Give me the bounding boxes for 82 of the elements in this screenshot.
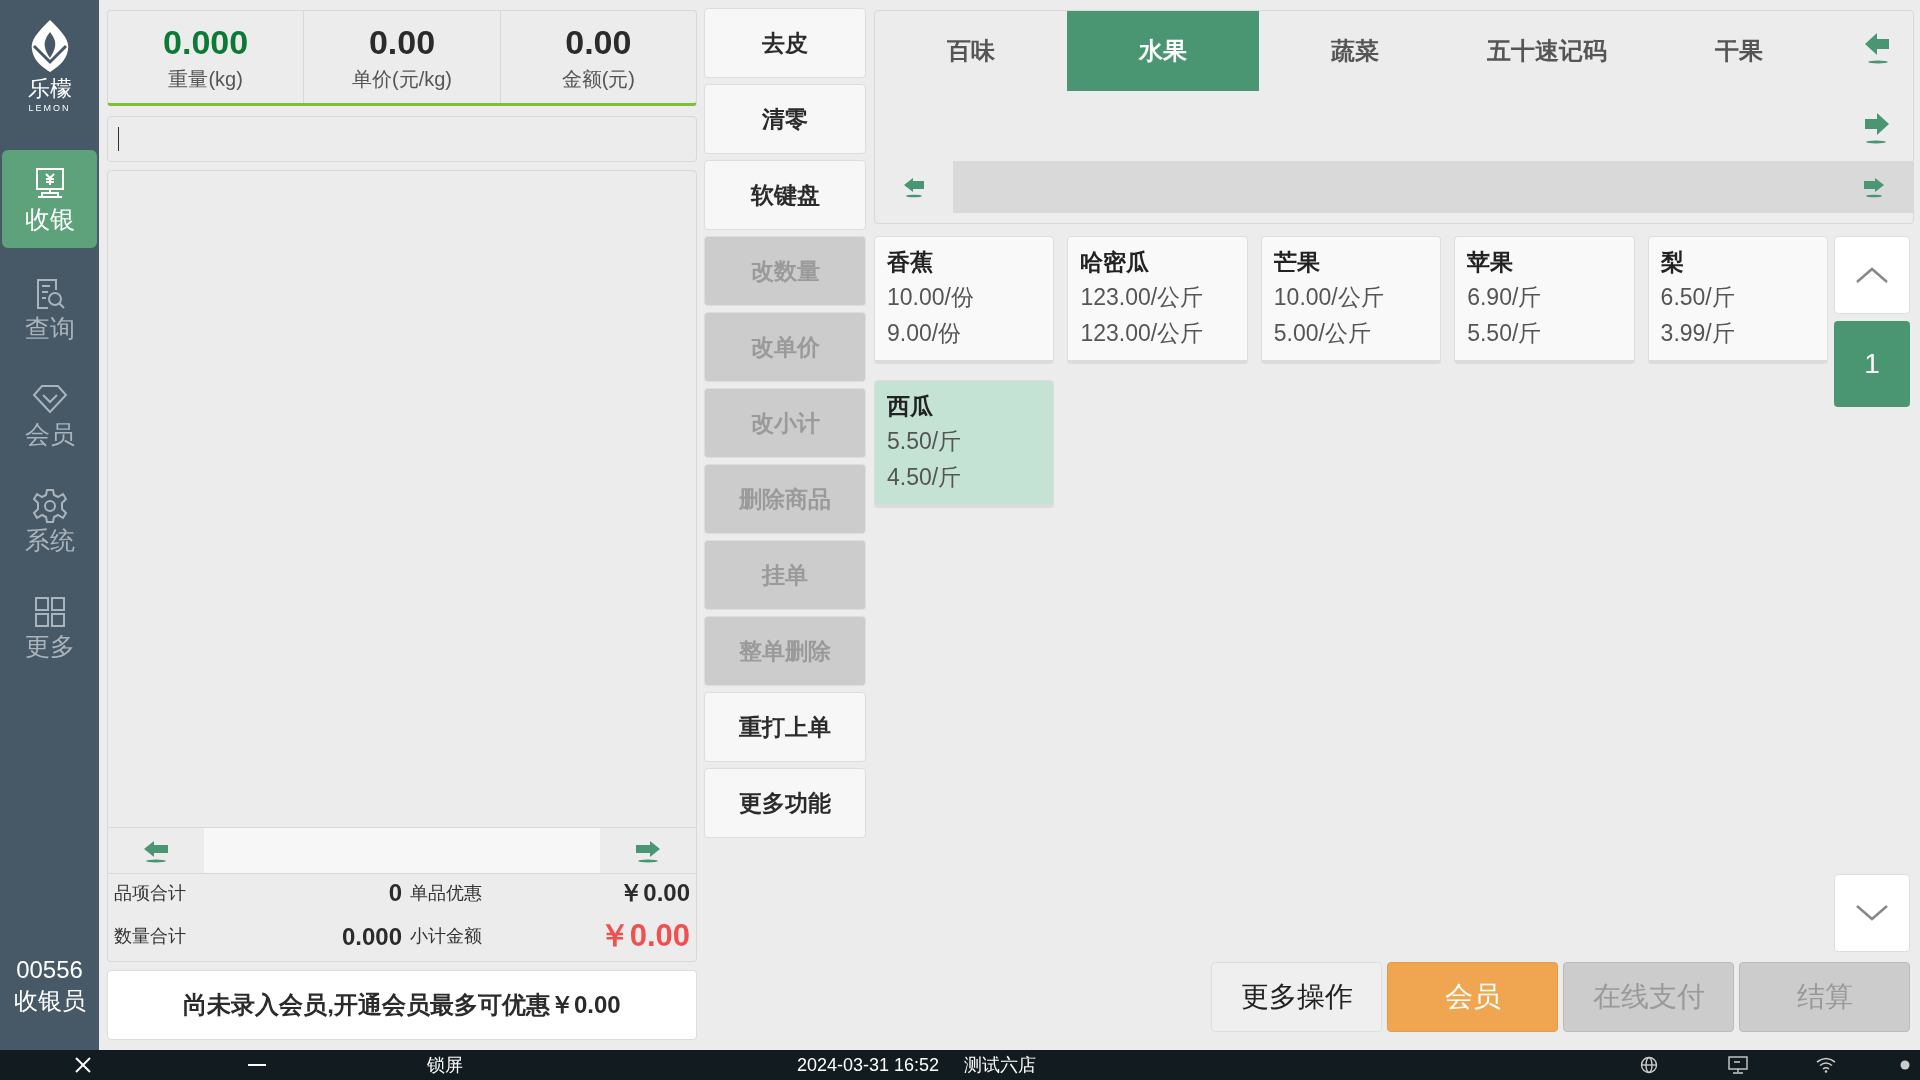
category-tab[interactable]: 百味 <box>875 11 1067 91</box>
product-card[interactable]: 苹果 6.90/斤 5.50/斤 <box>1454 236 1635 364</box>
product-name: 苹果 <box>1467 248 1514 277</box>
product-card[interactable]: 梨 6.50/斤 3.99/斤 <box>1647 236 1828 364</box>
reading-label: 重量(kg) <box>168 69 243 89</box>
product-card[interactable]: 西瓜 5.50/斤 4.50/斤 <box>874 380 1055 508</box>
function-button[interactable]: 软键盘 <box>704 160 866 230</box>
total-label: 品项合计 <box>114 881 186 905</box>
text-cursor <box>118 127 119 151</box>
category-tab[interactable]: 蔬菜 <box>1259 11 1451 91</box>
member-price: 9.00/份 <box>887 319 962 348</box>
scale-reading: 0.000 <box>163 25 249 59</box>
product-name: 西瓜 <box>887 392 933 421</box>
total-label: 小计金额 <box>410 925 482 949</box>
member-price: 5.50/斤 <box>1467 319 1542 348</box>
total-label: 单品优惠 <box>410 881 482 905</box>
member-price: 4.50/斤 <box>887 463 962 492</box>
product-price: 6.90/斤 <box>1467 283 1542 312</box>
sidebar-item[interactable]: 更多 <box>2 580 97 672</box>
function-button[interactable]: 重打上单 <box>704 692 866 762</box>
product-name: 哈密瓜 <box>1080 248 1150 277</box>
product-card[interactable]: 哈密瓜 123.00/公斤 123.00/公斤 <box>1067 236 1248 364</box>
right-arrow-icon <box>1862 176 1886 198</box>
close-icon[interactable] <box>74 1056 92 1074</box>
product-card[interactable]: 香蕉 10.00/份 9.00/份 <box>874 236 1055 364</box>
left-arrow-icon <box>142 838 170 863</box>
reading-label: 单价(元/kg) <box>352 69 452 89</box>
scale-reading: 0.00 <box>565 25 632 59</box>
product-name: 梨 <box>1660 248 1684 277</box>
scale-reading: 0.00 <box>368 25 436 59</box>
member-promotion-banner[interactable]: 尚未录入会员,开通会员最多可优惠￥0.00 <box>107 970 697 1040</box>
left-arrow-icon <box>902 176 926 198</box>
status-dot-icon <box>1900 1060 1910 1070</box>
product-price: 6.50/斤 <box>1660 283 1735 312</box>
right-arrow-icon <box>1863 111 1891 145</box>
reading-label: 金额(元) <box>561 69 635 89</box>
chevron-down-icon <box>1855 904 1889 922</box>
store-name: 测试六店 <box>964 1053 1036 1077</box>
globe-icon[interactable] <box>1640 1056 1658 1074</box>
product-price: 5.50/斤 <box>887 427 962 456</box>
operator-role: 收银员 <box>13 986 86 1016</box>
product-name: 芒果 <box>1273 248 1320 277</box>
category-tab[interactable]: 干果 <box>1643 11 1835 91</box>
function-button[interactable]: 更多功能 <box>704 768 866 838</box>
logo-text: 乐檬 <box>27 78 72 100</box>
member-price: 123.00/公斤 <box>1080 319 1204 348</box>
date-time: 2024-03-31 16:52 <box>797 1053 940 1077</box>
total-value: 0 <box>388 878 402 909</box>
product-price: 10.00/份 <box>887 283 974 312</box>
sidebar-item[interactable]: 查询 <box>2 262 97 354</box>
page-number: 1 <box>1834 321 1910 407</box>
operator-id: 00556 <box>16 955 83 985</box>
total-value: ￥0.00 <box>598 917 690 956</box>
total-value: 0.000 <box>341 921 402 952</box>
total-label: 数量合计 <box>114 925 186 949</box>
settings-icon <box>31 487 68 524</box>
logo-subtitle: LEMON <box>28 104 71 113</box>
lock-screen-link[interactable]: 锁屏 <box>427 1051 463 1079</box>
barcode-input[interactable] <box>107 116 697 162</box>
member-price: 5.00/公斤 <box>1273 319 1371 348</box>
sidebar-item[interactable]: 系统 <box>2 474 97 566</box>
function-button[interactable]: 去皮 <box>704 8 866 78</box>
left-arrow-icon <box>1863 31 1891 65</box>
product-card[interactable]: 芒果 10.00/公斤 5.00/公斤 <box>1260 236 1442 364</box>
member-price: 3.99/斤 <box>1660 319 1735 348</box>
wifi-icon[interactable] <box>1816 1057 1836 1073</box>
chevron-up-icon <box>1855 266 1889 284</box>
monitor-icon[interactable] <box>1728 1056 1748 1074</box>
function-button[interactable]: 清零 <box>704 84 866 154</box>
product-price: 123.00/公斤 <box>1080 283 1204 312</box>
category-tab[interactable]: 五十速记码 <box>1451 11 1643 91</box>
minimize-icon[interactable] <box>248 1063 266 1067</box>
sidebar-item[interactable]: 会员 <box>2 368 97 460</box>
previous-category-button[interactable] <box>1863 31 1891 65</box>
checkout-action-button[interactable]: 更多操作 <box>1211 962 1382 1032</box>
total-value: ￥0.00 <box>619 878 690 909</box>
scroll-right-button[interactable] <box>1835 161 1913 213</box>
right-arrow-icon <box>634 838 662 863</box>
product-name: 香蕉 <box>887 248 933 277</box>
category-tab[interactable]: 水果 <box>1067 11 1259 91</box>
product-price: 10.00/公斤 <box>1273 283 1384 312</box>
next-category-button[interactable] <box>1863 111 1891 145</box>
